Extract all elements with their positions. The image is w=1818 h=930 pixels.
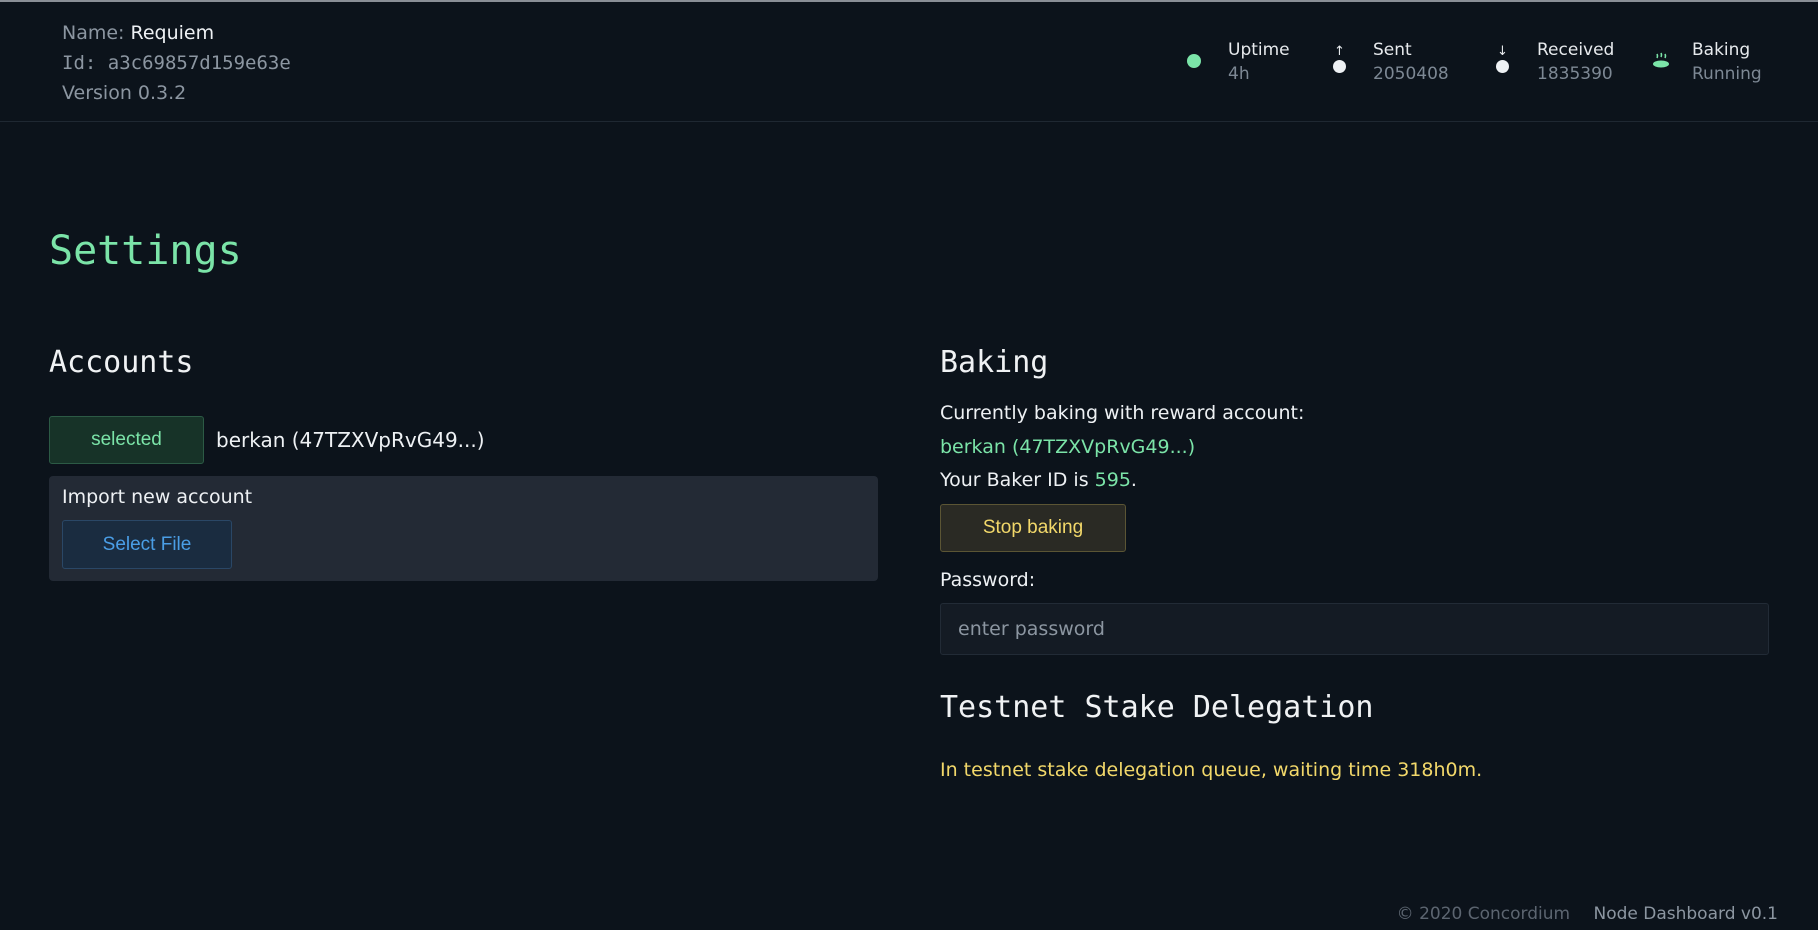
password-input[interactable] (940, 603, 1769, 655)
stat-uptime-label: Uptime (1228, 40, 1290, 60)
node-header: Name: Requiem Id: a3c69857d159e63e Versi… (0, 2, 1818, 122)
page-title: Settings (49, 228, 242, 274)
stat-baking-value: Running (1692, 64, 1762, 84)
delegation-message: In testnet stake delegation queue, waiti… (940, 759, 1483, 781)
stat-baking: Baking Running (1692, 38, 1762, 86)
account-name: berkan (47TZXVpRvG49...) (216, 428, 485, 452)
node-name-value: Requiem (130, 22, 215, 44)
password-label: Password: (940, 569, 1036, 591)
stat-received-value: 1835390 (1537, 64, 1613, 84)
node-id: Id: a3c69857d159e63e (62, 52, 291, 74)
upload-icon: ↑ (1333, 44, 1347, 74)
import-account-label: Import new account (62, 486, 253, 508)
bread-icon (1652, 52, 1670, 72)
footer: © 2020 Concordium Node Dashboard v0.1 (1397, 904, 1778, 924)
baker-id-suffix: . (1130, 469, 1137, 491)
stat-uptime-value: 4h (1228, 64, 1250, 84)
node-version: Version 0.3.2 (62, 82, 187, 104)
baking-title: Baking (940, 345, 1049, 380)
footer-copyright: © 2020 Concordium (1396, 904, 1571, 924)
footer-dashboard-version: Node Dashboard v0.1 (1593, 904, 1778, 924)
delegation-title: Testnet Stake Delegation (940, 690, 1374, 725)
status-dot-icon (1187, 54, 1201, 68)
accounts-title: Accounts (49, 345, 194, 380)
download-icon: ↓ (1496, 44, 1510, 74)
import-account-panel: Import new account Select File (49, 476, 878, 581)
node-name-label: Name: (62, 22, 131, 44)
stat-received-label: Received (1537, 40, 1615, 60)
stat-received: Received 1835390 (1537, 38, 1614, 86)
stat-baking-label: Baking (1692, 40, 1751, 60)
reward-account: berkan (47TZXVpRvG49...) (940, 436, 1196, 458)
stat-uptime: Uptime 4h (1228, 38, 1290, 86)
stop-baking-button[interactable]: Stop baking (940, 504, 1126, 552)
baker-id-value: 595 (1094, 469, 1131, 491)
stat-sent-label: Sent (1373, 40, 1412, 60)
baking-status-text: Currently baking with reward account: (940, 402, 1305, 424)
baker-id-prefix: Your Baker ID is (940, 469, 1095, 491)
stat-sent: Sent 2050408 (1373, 38, 1449, 86)
node-info: Name: Requiem Id: a3c69857d159e63e Versi… (62, 18, 291, 108)
selected-account-button[interactable]: selected (49, 416, 204, 464)
stat-sent-value: 2050408 (1373, 64, 1449, 84)
select-file-button[interactable]: Select File (62, 520, 232, 569)
baker-id-line: Your Baker ID is 595. (940, 469, 1137, 491)
node-name-row: Name: Requiem (62, 18, 291, 48)
